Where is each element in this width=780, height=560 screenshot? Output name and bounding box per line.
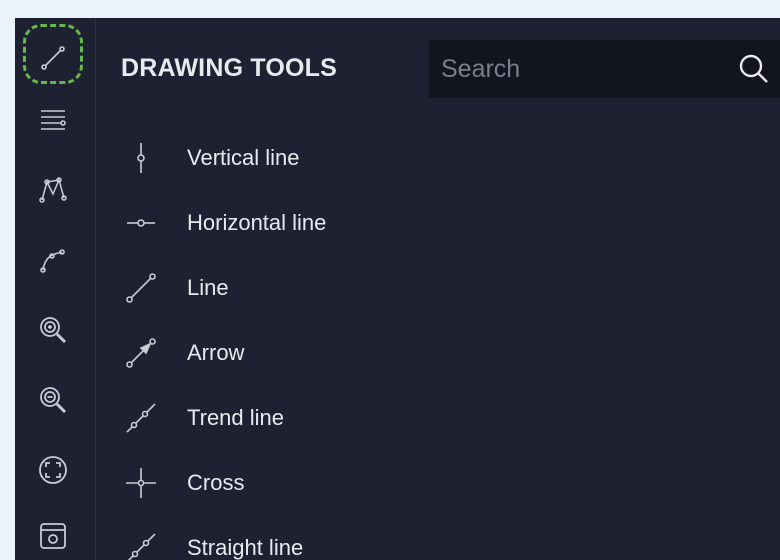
search-input[interactable] bbox=[429, 53, 723, 85]
tool-label: Line bbox=[187, 275, 229, 300]
tool-straight-line[interactable]: Straight line bbox=[116, 523, 616, 560]
horizontal-line-icon bbox=[127, 219, 155, 227]
toolbar-rail bbox=[15, 18, 96, 560]
search-box[interactable] bbox=[429, 40, 780, 98]
rail-line-tool[interactable] bbox=[23, 24, 83, 86]
curve-icon bbox=[40, 249, 65, 273]
rail-focus[interactable] bbox=[25, 442, 81, 498]
vertical-line-icon bbox=[137, 143, 145, 173]
tool-arrow[interactable]: Arrow bbox=[116, 328, 616, 378]
tool-label: Vertical line bbox=[187, 145, 300, 170]
rail-zoom-out[interactable] bbox=[25, 372, 81, 428]
tool-label: Cross bbox=[187, 470, 245, 495]
zoom-in-icon bbox=[40, 317, 67, 344]
tool-label: Straight line bbox=[187, 535, 304, 560]
drawing-tools-panel: DRAWING TOOLS Vertical line bbox=[96, 18, 780, 560]
rail-curve[interactable] bbox=[25, 232, 81, 288]
rail-pattern[interactable] bbox=[25, 162, 81, 218]
horizontal-lines-icon bbox=[41, 110, 66, 130]
tool-label: Horizontal line bbox=[187, 210, 327, 235]
straight-line-icon bbox=[127, 533, 156, 560]
rail-screenshot[interactable] bbox=[25, 508, 81, 560]
tool-trend-line[interactable]: Trend line bbox=[116, 393, 616, 443]
panel-title: DRAWING TOOLS bbox=[121, 54, 338, 82]
tool-vertical-line[interactable]: Vertical line bbox=[116, 133, 616, 183]
search-icon[interactable] bbox=[737, 52, 771, 86]
pattern-icon bbox=[39, 177, 67, 203]
zoom-out-icon bbox=[40, 387, 67, 414]
line-tool-icon bbox=[41, 46, 65, 70]
screenshot-icon bbox=[40, 523, 66, 549]
rail-horizontal-lines[interactable] bbox=[25, 92, 81, 148]
arrow-icon bbox=[126, 338, 156, 368]
line-icon bbox=[126, 273, 156, 303]
focus-icon bbox=[39, 456, 67, 484]
cross-icon bbox=[126, 468, 156, 498]
trend-line-icon bbox=[126, 403, 156, 433]
tool-cross[interactable]: Cross bbox=[116, 458, 616, 508]
tool-label: Trend line bbox=[187, 405, 285, 430]
app-window: DRAWING TOOLS Vertical line bbox=[15, 18, 780, 560]
rail-zoom-in[interactable] bbox=[25, 302, 81, 358]
tool-label: Arrow bbox=[187, 340, 245, 365]
tool-line[interactable]: Line bbox=[116, 263, 616, 313]
tool-horizontal-line[interactable]: Horizontal line bbox=[116, 198, 616, 248]
